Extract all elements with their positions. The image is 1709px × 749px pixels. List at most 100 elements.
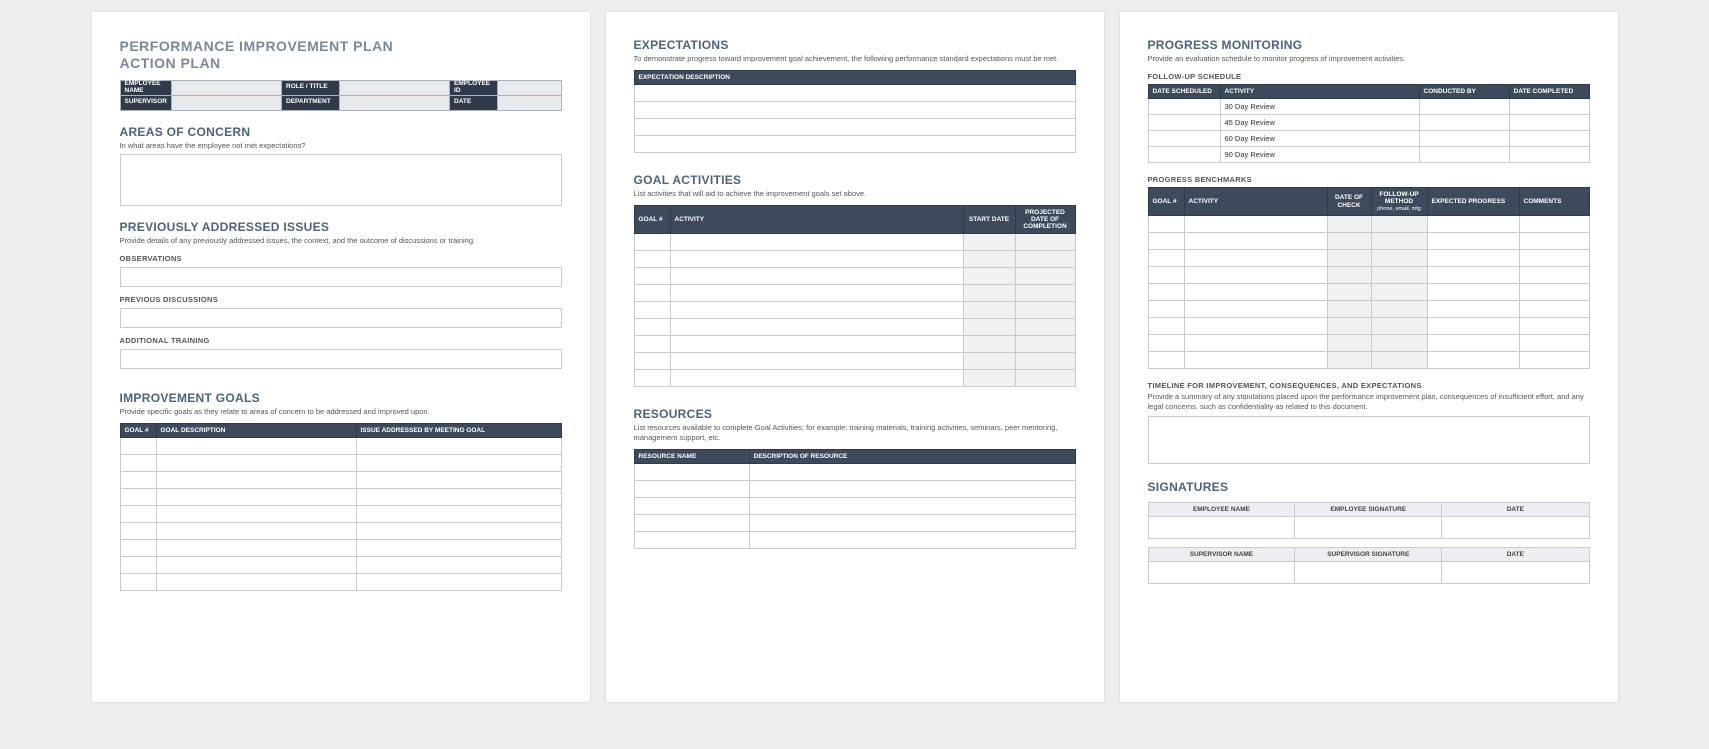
emp-sign-table: EMPLOYEE NAME EMPLOYEE SIGNATURE DATE [1148, 502, 1590, 539]
col-fu-done: DATE COMPLETED [1509, 84, 1589, 98]
training-label: ADDITIONAL TRAINING [120, 336, 562, 345]
table-row[interactable]: 30 Day Review [1148, 98, 1589, 114]
table-row[interactable] [1148, 335, 1589, 352]
table-row[interactable] [1148, 284, 1589, 301]
col-fu-by: CONDUCTED BY [1419, 84, 1509, 98]
table-row[interactable] [1148, 301, 1589, 318]
table-row[interactable]: 90 Day Review [1148, 146, 1589, 162]
table-row[interactable] [634, 336, 1075, 353]
col-b-exp: EXPECTED PROGRESS [1427, 187, 1519, 215]
col-b-method: FOLLOW-UP METHOD phone, email, mtg [1371, 187, 1427, 215]
table-row[interactable] [1148, 561, 1589, 583]
col-b-com: COMMENTS [1519, 187, 1589, 215]
field-date[interactable] [498, 95, 561, 110]
col-goal-desc: GOAL DESCRIPTION [156, 423, 356, 437]
table-row[interactable] [634, 251, 1075, 268]
table-row[interactable] [120, 539, 561, 556]
field-department[interactable] [340, 95, 450, 110]
table-row[interactable] [1148, 267, 1589, 284]
table-row[interactable] [634, 497, 1075, 514]
col-res-name: RESOURCE NAME [634, 449, 749, 463]
table-row[interactable] [634, 135, 1075, 152]
doc-title-line2: ACTION PLAN [120, 55, 562, 72]
table-row[interactable] [634, 353, 1075, 370]
col-act-activity: ACTIVITY [670, 205, 963, 233]
col-res-desc: DESCRIPTION OF RESOURCE [749, 449, 1075, 463]
col-act-start: START DATE [963, 205, 1015, 233]
col-b-check: DATE OF CHECK [1327, 187, 1371, 215]
table-row[interactable] [1148, 233, 1589, 250]
expect-heading: EXPECTATIONS [634, 38, 1076, 52]
sup-sign-table: SUPERVISOR NAME SUPERVISOR SIGNATURE DAT… [1148, 547, 1590, 584]
discussions-label: PREVIOUS DISCUSSIONS [120, 295, 562, 304]
page-3: PROGRESS MONITORING Provide an evaluatio… [1120, 12, 1618, 702]
col-b-act: ACTIVITY [1184, 187, 1327, 215]
timeline-desc: Provide a summary of any stipulations pl… [1148, 392, 1590, 412]
table-row[interactable] [634, 302, 1075, 319]
table-row[interactable] [1148, 318, 1589, 335]
col-fu-date: DATE SCHEDULED [1148, 84, 1220, 98]
table-row[interactable] [120, 556, 561, 573]
table-row[interactable] [1148, 216, 1589, 233]
monitor-heading: PROGRESS MONITORING [1148, 38, 1590, 52]
expect-desc: To demonstrate progress toward improveme… [634, 54, 1076, 64]
col-emp-sig: EMPLOYEE SIGNATURE [1295, 502, 1442, 516]
table-row[interactable] [120, 454, 561, 471]
table-row[interactable] [1148, 352, 1589, 369]
table-row[interactable] [120, 522, 561, 539]
table-row[interactable] [120, 488, 561, 505]
goals-table: GOAL # GOAL DESCRIPTION ISSUE ADDRESSED … [120, 423, 562, 591]
table-row[interactable] [634, 319, 1075, 336]
monitor-desc: Provide an evaluation schedule to monito… [1148, 54, 1590, 64]
activities-table: GOAL # ACTIVITY START DATE PROJECTED DAT… [634, 205, 1076, 387]
table-row[interactable]: 45 Day Review [1148, 114, 1589, 130]
resources-table: RESOURCE NAME DESCRIPTION OF RESOURCE [634, 449, 1076, 549]
label-role: ROLE / TITLE [282, 80, 340, 95]
signatures-heading: SIGNATURES [1148, 480, 1590, 494]
table-row[interactable] [634, 234, 1075, 251]
timeline-box[interactable] [1148, 416, 1590, 464]
col-act-num: GOAL # [634, 205, 670, 233]
col-fu-activity: ACTIVITY [1220, 84, 1419, 98]
activities-heading: GOAL ACTIVITIES [634, 173, 1076, 187]
page-1: PERFORMANCE IMPROVEMENT PLAN ACTION PLAN… [92, 12, 590, 702]
table-row[interactable]: 60 Day Review [1148, 130, 1589, 146]
observations-label: OBSERVATIONS [120, 254, 562, 263]
col-sup-date: DATE [1442, 547, 1589, 561]
table-row[interactable] [634, 514, 1075, 531]
areas-textbox[interactable] [120, 154, 562, 206]
prev-desc: Provide details of any previously addres… [120, 236, 562, 246]
table-row[interactable] [120, 471, 561, 488]
table-row[interactable] [634, 101, 1075, 118]
discussions-box[interactable] [120, 308, 562, 328]
table-row[interactable] [634, 118, 1075, 135]
table-row[interactable] [634, 531, 1075, 548]
table-row[interactable] [120, 437, 561, 454]
field-supervisor[interactable] [172, 95, 282, 110]
observations-box[interactable] [120, 267, 562, 287]
areas-desc: In what areas have the employee not met … [120, 141, 562, 151]
table-row[interactable] [1148, 516, 1589, 538]
col-sup-name: SUPERVISOR NAME [1148, 547, 1295, 561]
field-role[interactable] [340, 80, 450, 95]
table-row[interactable] [1148, 250, 1589, 267]
table-row[interactable] [634, 84, 1075, 101]
table-row[interactable] [634, 463, 1075, 480]
col-emp-name: EMPLOYEE NAME [1148, 502, 1295, 516]
table-row[interactable] [634, 268, 1075, 285]
table-row[interactable] [634, 285, 1075, 302]
table-row[interactable] [120, 505, 561, 522]
label-department: DEPARTMENT [282, 95, 340, 110]
followup-table: DATE SCHEDULED ACTIVITY CONDUCTED BY DAT… [1148, 84, 1590, 163]
field-employee-name[interactable] [172, 80, 282, 95]
goals-heading: IMPROVEMENT GOALS [120, 391, 562, 405]
table-row[interactable] [634, 480, 1075, 497]
training-box[interactable] [120, 349, 562, 369]
followup-sub: FOLLOW-UP SCHEDULE [1148, 72, 1590, 81]
table-row[interactable] [634, 370, 1075, 387]
resources-desc: List resources available to complete Goa… [634, 423, 1076, 443]
table-row[interactable] [120, 573, 561, 590]
field-employee-id[interactable] [498, 80, 561, 95]
label-employee-name: EMPLOYEE NAME [120, 80, 172, 95]
bench-sub: PROGRESS BENCHMARKS [1148, 175, 1590, 184]
